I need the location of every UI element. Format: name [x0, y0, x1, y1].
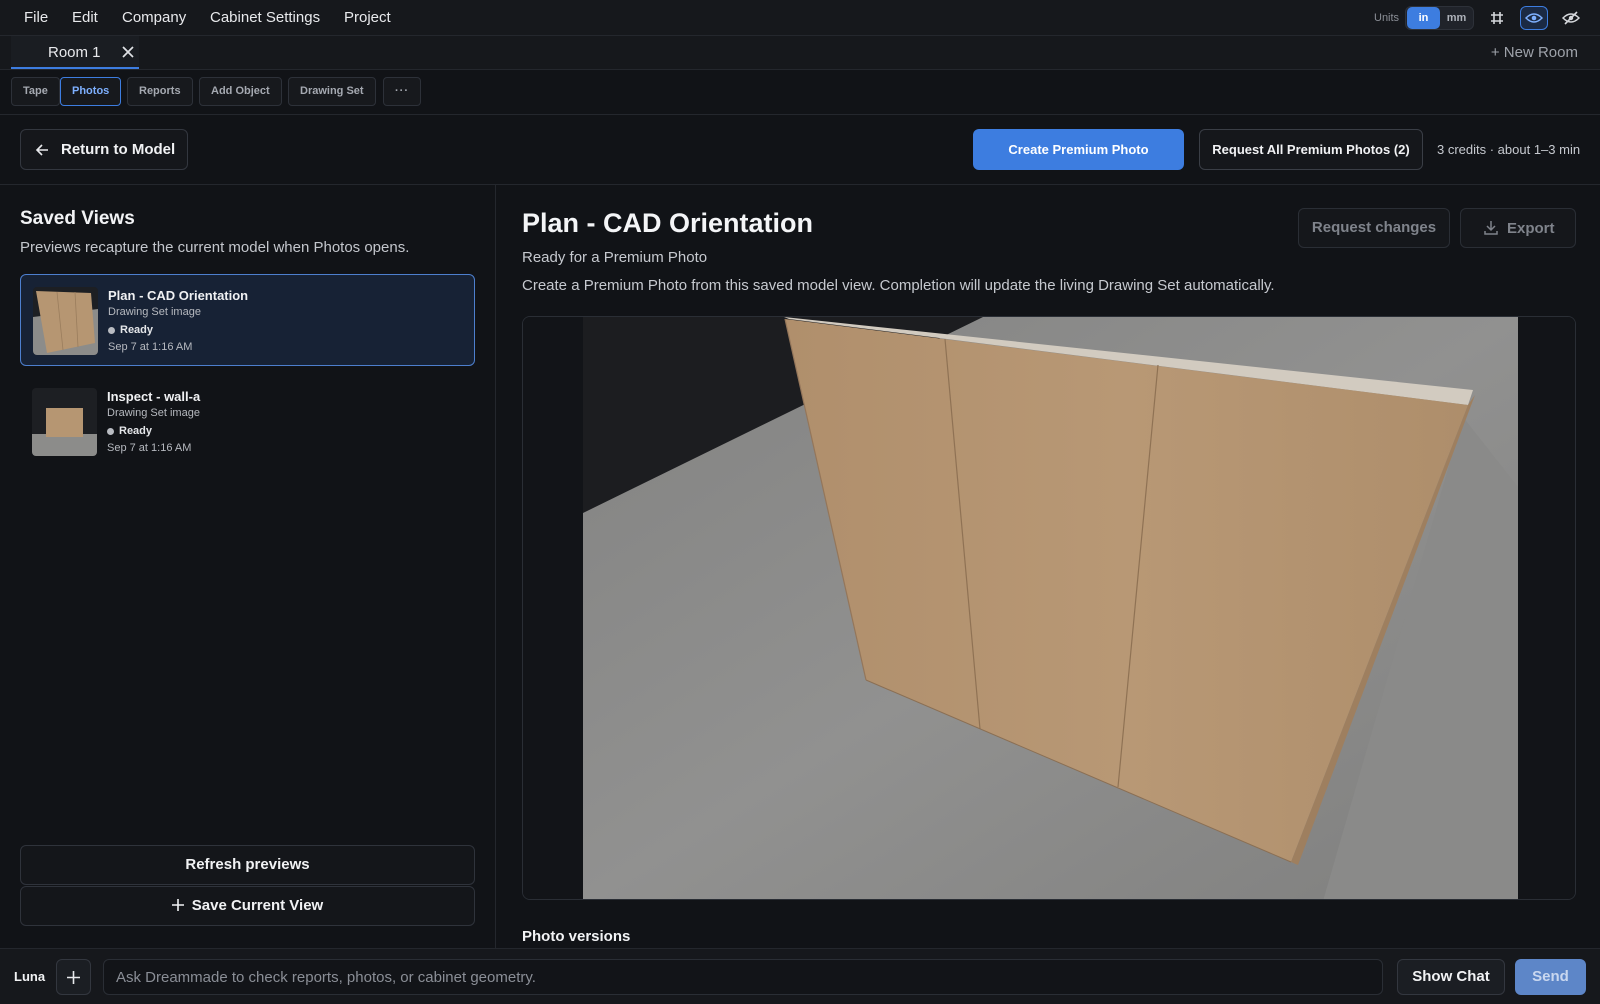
saved-views-subtitle: Previews recapture the current model whe… — [20, 239, 410, 256]
room-tab[interactable]: Room 1 — [11, 36, 139, 69]
units-label: Units — [1374, 12, 1400, 24]
arrow-left-icon — [35, 144, 48, 156]
menu-bar: File Edit Company Cabinet Settings Proje… — [0, 0, 1600, 36]
save-current-view-label: Save Current View — [191, 897, 324, 914]
request-all-premium-photos-button[interactable]: Request All Premium Photos (2) — [1199, 129, 1423, 170]
unit-in-option[interactable]: in — [1407, 7, 1440, 29]
view-title: Plan - CAD Orientation — [108, 288, 249, 303]
units-toggle: in mm — [1405, 6, 1474, 30]
close-icon[interactable] — [119, 43, 137, 61]
view-date: Sep 7 at 1:16 AM — [107, 442, 192, 454]
eye-off-icon[interactable] — [1557, 6, 1585, 30]
tool-tabs: Tape Photos Reports Add Object Drawing S… — [0, 70, 1600, 115]
view-thumbnail — [33, 287, 98, 355]
send-button[interactable]: Send — [1515, 959, 1586, 995]
tab-tape[interactable]: Tape — [11, 77, 60, 106]
plus-icon — [171, 899, 184, 911]
view-title: Inspect - wall-a — [107, 389, 201, 404]
tab-add-object[interactable]: Add Object — [199, 77, 282, 106]
photo-description: Create a Premium Photo from this saved m… — [522, 277, 1275, 294]
menu-file[interactable]: File — [24, 9, 48, 26]
status-dot-icon — [108, 327, 115, 334]
view-date: Sep 7 at 1:16 AM — [108, 341, 193, 353]
view-status: Ready — [119, 425, 153, 437]
return-to-model-label: Return to Model — [61, 141, 176, 158]
new-room-button[interactable]: + New Room — [1491, 44, 1578, 61]
grid-icon[interactable] — [1483, 6, 1511, 30]
download-icon — [1484, 221, 1498, 235]
chat-bar: Luna Show Chat Send — [0, 948, 1600, 1004]
room-tab-label: Room 1 — [48, 44, 101, 61]
menu-cabinet-settings[interactable]: Cabinet Settings — [210, 9, 320, 26]
add-attachment-button[interactable] — [56, 959, 91, 995]
assistant-name: Luna — [14, 969, 46, 984]
menu-project[interactable]: Project — [344, 9, 391, 26]
photo-versions-title: Photo versions — [522, 928, 631, 945]
view-thumbnail — [32, 388, 97, 456]
export-button[interactable]: Export — [1460, 208, 1576, 248]
request-changes-button[interactable]: Request changes — [1298, 208, 1450, 248]
create-premium-photo-button[interactable]: Create Premium Photo — [973, 129, 1184, 170]
action-row: Return to Model Create Premium Photo Req… — [0, 115, 1600, 185]
show-chat-button[interactable]: Show Chat — [1397, 959, 1505, 995]
room-tab-bar: Room 1 + New Room — [0, 36, 1600, 70]
saved-views-title: Saved Views — [20, 208, 135, 229]
more-tabs-button[interactable]: ··· — [383, 77, 421, 106]
tab-photos[interactable]: Photos — [60, 77, 122, 106]
tab-drawing-set[interactable]: Drawing Set — [288, 77, 376, 106]
save-current-view-button[interactable]: Save Current View — [20, 886, 475, 926]
saved-view-item[interactable]: Inspect - wall-a Drawing Set image Ready… — [20, 376, 475, 468]
saved-views-panel: Saved Views Previews recapture the curre… — [0, 185, 496, 948]
tab-reports[interactable]: Reports — [127, 77, 193, 106]
view-status: Ready — [120, 324, 154, 336]
model-preview[interactable] — [522, 316, 1576, 900]
cabinet-render-image — [523, 317, 1575, 899]
photo-status: Ready for a Premium Photo — [522, 249, 708, 266]
view-subtitle: Drawing Set image — [108, 306, 201, 318]
menu-company[interactable]: Company — [122, 9, 186, 26]
refresh-previews-button[interactable]: Refresh previews — [20, 845, 475, 885]
view-subtitle: Drawing Set image — [107, 407, 200, 419]
unit-mm-option[interactable]: mm — [1440, 7, 1473, 29]
status-dot-icon — [107, 428, 114, 435]
page-title: Plan - CAD Orientation — [522, 208, 814, 238]
saved-view-item[interactable]: Plan - CAD Orientation Drawing Set image… — [20, 274, 475, 366]
credits-info: 3 credits · about 1–3 min — [1437, 142, 1581, 157]
export-label: Export — [1507, 220, 1555, 237]
chat-input[interactable] — [103, 959, 1383, 995]
plus-icon — [67, 971, 80, 984]
return-to-model-button[interactable]: Return to Model — [20, 129, 188, 170]
eye-icon[interactable] — [1520, 6, 1548, 30]
menu-edit[interactable]: Edit — [72, 9, 98, 26]
